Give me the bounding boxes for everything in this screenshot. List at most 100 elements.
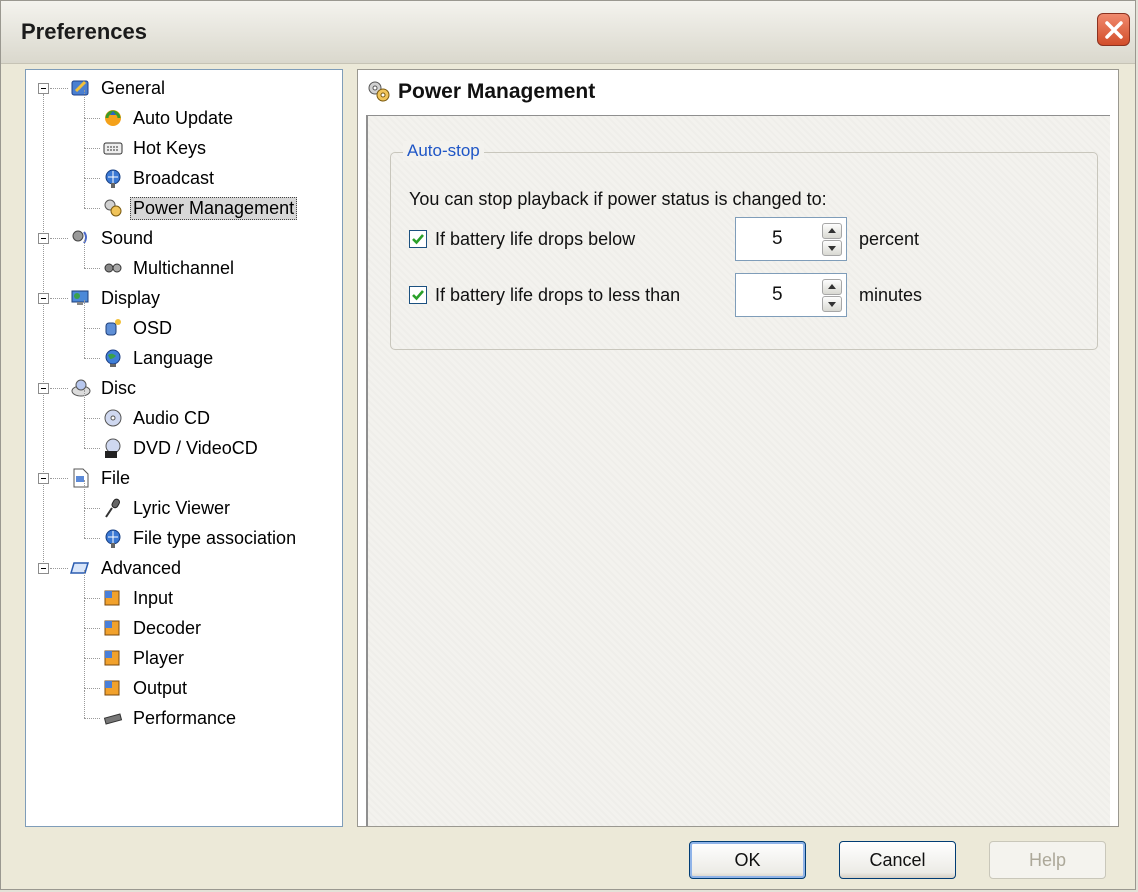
tree-item-label: Sound: [101, 227, 154, 248]
tree-connector: [84, 658, 100, 659]
tree-item-advanced[interactable]: Advanced: [69, 554, 184, 582]
tree-item-label: Power Management: [130, 196, 298, 220]
tree-connector: [84, 330, 85, 358]
battery-percent-checkbox[interactable]: [409, 230, 427, 248]
tree-connector: [84, 90, 85, 118]
tree-item-output[interactable]: Output: [102, 674, 190, 702]
tree-item-power-management[interactable]: Power Management: [102, 194, 298, 222]
spin-down-button[interactable]: [822, 240, 842, 256]
tree-item-player[interactable]: Player: [102, 644, 187, 672]
tree-item-dvd-videocd[interactable]: DVD / VideoCD: [102, 434, 261, 462]
checkmark-icon: [412, 290, 424, 301]
collapse-toggle[interactable]: [38, 473, 49, 484]
tree-item-language[interactable]: Language: [102, 344, 216, 372]
tree-item-multichannel[interactable]: Multichannel: [102, 254, 237, 282]
battery-minutes-spinner[interactable]: 5: [735, 273, 847, 317]
tree-item-label: Multichannel: [133, 257, 235, 278]
arrow-down-icon: [828, 246, 836, 251]
battery-percent-option[interactable]: If battery life drops below: [409, 221, 635, 257]
collapse-toggle[interactable]: [38, 83, 49, 94]
tree-item-label: Audio CD: [133, 407, 211, 428]
battery-minutes-label: If battery life drops to less than: [435, 284, 681, 305]
collapse-toggle[interactable]: [38, 293, 49, 304]
tree-connector: [84, 630, 85, 658]
tree-connector: [84, 390, 85, 418]
tree-connector: [84, 718, 100, 719]
collapse-toggle[interactable]: [38, 233, 49, 244]
decoder-cube-icon: [102, 617, 124, 639]
group-description: You can stop playback if power status is…: [409, 189, 827, 209]
osd-icon: [102, 317, 124, 339]
broadcast-icon: [102, 167, 124, 189]
help-button[interactable]: Help: [989, 841, 1106, 879]
tree-item-hot-keys[interactable]: Hot Keys: [102, 134, 209, 162]
tree-connector: [84, 300, 85, 328]
tree-item-file[interactable]: File: [70, 464, 133, 492]
cancel-button[interactable]: Cancel: [839, 841, 956, 879]
tree-connector: [50, 568, 68, 569]
close-button[interactable]: [1097, 13, 1130, 46]
player-cube-icon: [102, 647, 124, 669]
tree-connector: [84, 150, 85, 178]
tree-item-decoder[interactable]: Decoder: [102, 614, 204, 642]
tree-connector: [50, 298, 68, 299]
keyboard-icon: [102, 137, 124, 159]
sound-icon: [70, 227, 92, 249]
tree-item-sound[interactable]: Sound: [70, 224, 156, 252]
tree-connector: [84, 510, 85, 538]
multichannel-icon: [102, 257, 124, 279]
tree-item-label: Output: [133, 677, 188, 698]
tree-connector: [84, 120, 85, 148]
disc-icon: [70, 377, 92, 399]
collapse-toggle[interactable]: [38, 563, 49, 574]
tree-item-label: Display: [101, 287, 161, 308]
tree-item-broadcast[interactable]: Broadcast: [102, 164, 217, 192]
file-association-icon: [102, 527, 124, 549]
tree-item-disc[interactable]: Disc: [70, 374, 139, 402]
spin-up-button[interactable]: [822, 279, 842, 295]
power-management-icon: [102, 197, 124, 219]
battery-minutes-option[interactable]: If battery life drops to less than: [409, 277, 680, 313]
display-icon: [70, 287, 92, 309]
tree-item-label: OSD: [133, 317, 173, 338]
tree-connector: [84, 480, 85, 508]
battery-percent-value: 5: [772, 228, 783, 249]
tree-item-input[interactable]: Input: [102, 584, 176, 612]
battery-percent-label: If battery life drops below: [435, 228, 636, 249]
tree-item-lyric-viewer[interactable]: Lyric Viewer: [102, 494, 233, 522]
tree-item-file-type-association[interactable]: File type association: [102, 524, 299, 552]
tree-item-label: Input: [133, 587, 174, 608]
tree-connector: [84, 508, 100, 509]
collapse-toggle[interactable]: [38, 383, 49, 394]
tree-item-audio-cd[interactable]: Audio CD: [102, 404, 213, 432]
battery-minutes-unit: minutes: [859, 285, 923, 305]
tree-item-osd[interactable]: OSD: [102, 314, 175, 342]
tree-connector: [84, 690, 85, 718]
battery-minutes-checkbox[interactable]: [409, 286, 427, 304]
tree-connector: [84, 240, 85, 268]
tree-connector: [84, 448, 100, 449]
tree-connector: [43, 94, 44, 564]
tree-item-label: Advanced: [101, 557, 182, 578]
tree-connector: [84, 358, 100, 359]
globe-icon: [102, 347, 124, 369]
page-body: Auto-stop You can stop playback if power…: [366, 115, 1110, 826]
tree-connector: [50, 238, 68, 239]
tree-item-label: General: [101, 77, 166, 98]
tree-item-label: Lyric Viewer: [133, 497, 231, 518]
tree-connector: [84, 600, 85, 628]
ok-button[interactable]: OK: [689, 841, 806, 879]
battery-percent-spinner[interactable]: 5: [735, 217, 847, 261]
tree-connector: [84, 328, 100, 329]
spin-up-button[interactable]: [822, 223, 842, 239]
tree-item-auto-update[interactable]: Auto Update: [102, 104, 236, 132]
spin-down-button[interactable]: [822, 296, 842, 312]
tree-item-label: Hot Keys: [133, 137, 207, 158]
window-title: Preferences: [21, 19, 147, 44]
tree-connector: [84, 688, 100, 689]
tree-connector: [84, 118, 100, 119]
settings-tree[interactable]: General Auto Update Hot Keys Broadcast Power…: [25, 69, 343, 827]
tree-item-performance[interactable]: Performance: [102, 704, 239, 732]
tree-connector: [84, 418, 100, 419]
tree-connector: [84, 420, 85, 448]
